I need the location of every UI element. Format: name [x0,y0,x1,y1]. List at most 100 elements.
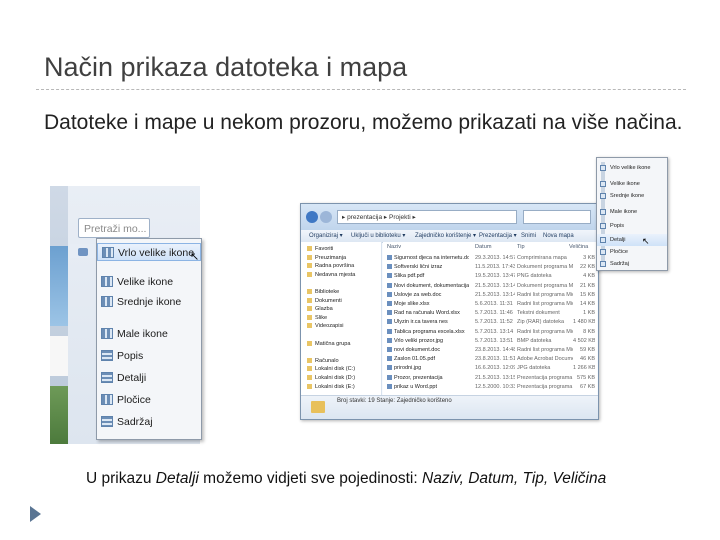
file-row[interactable]: Tablica programa excela.xlsx 5.7.2013. 13… [383,328,597,337]
cmd-new-folder[interactable]: Nova mapa [543,230,574,242]
explorer-title-bar: ▸ prezentacija ▸ Projekti ▸ [301,204,598,230]
view-option-icon [600,223,606,229]
small-icons-icon [101,328,113,339]
file-size: 21 KB [580,282,595,289]
view-option-icon [600,261,606,267]
file-row[interactable]: Softverski lični izraz 11.5.2013. 17:43 Do… [383,263,597,272]
file-date: 5.7.2013. 13:14 [475,328,514,335]
file-name: Vrlo veliki prozor.jpg [387,337,469,346]
nav-pane-item[interactable]: Nedavna mjesta [307,271,379,280]
column-header-type[interactable]: Tip [517,244,525,250]
file-name: prikaz u Word.ppt [387,383,469,392]
file-type: Dokument programa Microsoft [517,264,573,271]
zoom-menu-item-large-icons[interactable]: Velike ikone [97,273,201,291]
pointer-cursor-icon: ↖ [642,236,650,246]
view-option-icon [600,193,606,199]
zoom-menu-label: Vrlo velike ikone [118,247,195,259]
zoom-menu-item-small-icons[interactable]: Male ikone [97,325,201,343]
slide-subtitle: Datoteke i mape u nekom prozoru, možemo … [44,111,683,134]
file-row[interactable]: Rad na računalu Word.xlsx 5.7.2013. 11:46… [383,309,597,318]
file-size: 1 480 KB [573,319,595,326]
zoom-menu-item-content[interactable]: Sadržaj [97,413,201,431]
file-type: Radni list programa Microsoft Excel [517,301,573,307]
file-row[interactable]: Prozor, prezentacija 21.5.2013. 13:15 Prez… [383,374,597,383]
file-date: 21.5.2013. 13:14 [475,291,515,298]
medium-icons-icon [101,296,113,307]
file-list: Naziv Datum Tip Veličina Sigurnost djeca… [383,242,597,395]
file-row[interactable]: Ulyzin ir.ca tavera nes 5.7.2013. 11:52 Zi… [383,318,597,327]
view-menu-item[interactable]: Srednje ikone [597,190,667,202]
file-type: Prezentacija programa Microsoft Po... [517,374,573,381]
list-icon [101,350,113,361]
file-row[interactable]: prikaz u Word.ppt 12.5.2000. 10:33 Prezent… [383,383,597,392]
cmd-burn[interactable]: Snimi [521,230,536,242]
view-menu-item[interactable]: Sadržaj [597,258,667,270]
slide-caption: U prikazu Detalji možemo vidjeti sve poj… [86,470,606,488]
cmd-include-library[interactable]: Uključi u biblioteku ▾ [351,230,405,242]
file-type: JPG datoteka [517,365,551,372]
file-size: 1 266 KB [573,365,595,372]
cmd-organize[interactable]: Organiziraj ▾ [309,230,343,242]
file-type: Tekstni dokument [517,310,560,317]
back-button-icon[interactable] [306,211,318,223]
file-row[interactable]: prirodni.jpg 16.6.2013. 12:09 JPG datoteka… [383,364,597,373]
file-size: 14 KB [580,301,595,307]
file-row[interactable]: Moje slike.xlsx 5.6.2013. 11:31 Radni list… [383,300,597,309]
zoom-menu-item-list[interactable]: Popis [97,347,201,365]
caption-details-word: Detalji [155,470,199,487]
view-menu-item[interactable]: Vrlo velike ikone [597,162,667,174]
file-type: PNG datoteka [517,273,552,280]
zoom-menu-item-medium-icons[interactable]: Srednje ikone [97,293,201,311]
file-row[interactable]: Uslovje za web.doc 21.5.2013. 13:14 Radni … [383,291,597,300]
view-menu-item[interactable]: Pločice [597,246,667,258]
file-date: 21.5.2013. 13:14 [475,282,515,289]
file-size: 3 KB [583,255,595,261]
cmd-share[interactable]: Zajedničko korištenje ▾ [415,230,476,242]
nav-pane-item[interactable]: Matična grupa [307,340,379,349]
file-date: 5.7.2013. 11:46 [475,310,513,317]
file-row[interactable]: Sigurnost djeca na internetu.doc 29.3.201… [383,254,597,263]
nav-pane-item[interactable]: Lokalni disk (E:) [307,383,379,392]
grass-thumbnail [50,386,68,444]
column-header-size[interactable]: Veličina [569,244,588,250]
zoom-menu-item-extra-large-icons[interactable]: Vrlo velike ikone [97,243,201,261]
file-row[interactable]: Novi dokument, dokumentacija.doc 21.5.201… [383,282,597,291]
cmd-slideshow[interactable]: Prezentacija ▾ [479,230,517,242]
zoom-menu-label: Popis [117,350,144,362]
status-bar: Broj stavki: 19 Stanje: Zajedničko koriš… [301,395,598,419]
zoom-search-input[interactable]: Pretraži mo... [78,218,150,238]
zoom-slider-thumb[interactable] [78,248,88,256]
zoom-menu-label: Srednje ikone [117,296,182,308]
view-menu-item[interactable]: Male ikone [597,206,667,218]
file-size: 59 KB [580,347,595,353]
zoom-menu-item-tiles[interactable]: Pločice [97,391,201,409]
caption-prefix: U prikazu [86,470,156,487]
file-type: Radni list programa Microsoft Excel [517,328,573,335]
view-menu-label: Vrlo velike ikone [610,165,651,171]
view-menu-item[interactable]: Popis [597,220,667,232]
file-name: Softverski lični izraz [387,263,469,272]
column-header-name[interactable]: Naziv [387,244,401,250]
page-thumbnail [50,336,68,376]
file-size: 575 KB [576,374,595,381]
nav-pane-item[interactable]: Videozapisi [307,322,379,331]
view-menu-item[interactable]: Velike ikone [597,178,667,190]
view-menu-label: Sadržaj [610,261,629,267]
zoom-menu-item-details[interactable]: Detalji [97,369,201,387]
address-bar[interactable]: ▸ prezentacija ▸ Projekti ▸ [337,210,517,224]
file-date: 5.6.2013. 11:31 [475,301,513,307]
explorer-search-input[interactable] [523,210,591,224]
view-menu-item[interactable]: Detalji [597,234,667,246]
file-name: Moje slike.xlsx [387,300,469,309]
column-header-date[interactable]: Datum [475,244,491,250]
zoom-menu-label: Velike ikone [117,276,174,288]
file-type: Comprimirana mapa [517,255,567,261]
zoom-view-menu: Vrlo velike ikone Velike ikone Srednje i… [96,238,202,440]
file-row[interactable]: Slika pdf.pdf 19.5.2013. 13:47 PNG datotek… [383,272,597,281]
forward-button-icon[interactable] [320,211,332,223]
file-row[interactable]: novi dokument.doc 23.8.2013. 14:48 Radni l… [383,346,597,355]
file-date: 16.6.2013. 12:09 [475,365,515,372]
file-row[interactable]: Zaslon 01.05.pdf 23.8.2013. 11:51 Adobe Ac… [383,355,597,364]
file-row[interactable]: Vrlo veliki prozor.jpg 5.7.2013. 13:51 BMP… [383,337,597,346]
file-type: Prezentacija programa Microsoft Po... [517,383,573,390]
